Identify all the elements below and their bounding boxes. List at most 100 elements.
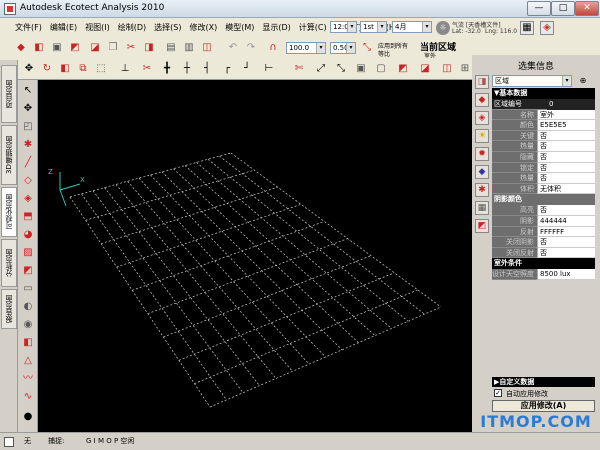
close-button[interactable]: ✕ bbox=[575, 1, 599, 16]
property-value[interactable]: 否 bbox=[537, 151, 595, 163]
extrude-icon[interactable]: ⬚ bbox=[94, 62, 108, 76]
cut-tool-icon[interactable]: ✄ bbox=[292, 62, 306, 76]
day-field[interactable]: 1st ▾ bbox=[360, 21, 387, 33]
property-value[interactable]: 8500 lux bbox=[537, 269, 595, 280]
property-value[interactable]: 否 bbox=[537, 173, 595, 184]
redo-arrow-icon[interactable]: ↷ bbox=[244, 41, 258, 55]
property-row[interactable]: 关键否 bbox=[492, 130, 595, 142]
axis-icon[interactable]: ⤡ bbox=[360, 41, 374, 55]
property-value[interactable]: 室外 bbox=[537, 109, 595, 121]
child-icon[interactable]: ◪ bbox=[418, 62, 432, 76]
curve-icon[interactable]: ∿ bbox=[21, 390, 35, 404]
property-value[interactable]: E5E5E5 bbox=[537, 120, 595, 131]
layer-icon[interactable]: ▤ bbox=[164, 41, 178, 55]
zoom-icon[interactable]: ◰ bbox=[21, 120, 35, 134]
perp-icon[interactable]: ⊢ bbox=[262, 62, 276, 76]
apply-button[interactable]: 应用修改(A) bbox=[492, 400, 595, 412]
cross-icon[interactable]: ┼ bbox=[180, 62, 194, 76]
light-icon[interactable]: ◐ bbox=[21, 300, 35, 314]
link-icon[interactable]: ◫ bbox=[200, 41, 214, 55]
rotate-icon[interactable]: ↻ bbox=[40, 62, 54, 76]
open-icon[interactable]: ◧ bbox=[32, 41, 46, 55]
grid-toggle-icon[interactable]: ⊞ bbox=[458, 62, 472, 76]
parent-icon[interactable]: ◫ bbox=[440, 62, 454, 76]
paste-icon[interactable]: ◨ bbox=[142, 41, 156, 55]
property-value[interactable]: 否 bbox=[537, 162, 595, 174]
menu-item-7[interactable]: 显示(D) bbox=[261, 22, 291, 33]
property-value[interactable]: 否 bbox=[537, 141, 595, 152]
zone-icon[interactable]: ◈ bbox=[21, 192, 35, 206]
scale-field[interactable]: 100.0 ▾ bbox=[286, 42, 326, 54]
line-icon[interactable]: ╱ bbox=[21, 156, 35, 170]
property-value[interactable]: 否 bbox=[537, 130, 595, 142]
frame-icon[interactable]: ▢ bbox=[374, 62, 388, 76]
undo-arrow-icon[interactable]: ↶ bbox=[226, 41, 240, 55]
property-row[interactable]: 颜色 E5E5E5 bbox=[492, 120, 595, 131]
menu-item-8[interactable]: 计算(C) bbox=[298, 22, 328, 33]
new-icon[interactable]: ◆ bbox=[14, 41, 28, 55]
sun-icon[interactable]: ☼ bbox=[436, 21, 450, 35]
tri-icon[interactable]: △ bbox=[21, 354, 35, 368]
zone-tab-icon[interactable]: ◨ bbox=[475, 75, 489, 89]
point-icon[interactable]: ✱ bbox=[21, 138, 35, 152]
pin-icon[interactable]: ⊕ bbox=[576, 74, 590, 88]
copy-icon[interactable]: ❐ bbox=[106, 41, 120, 55]
scale-icon[interactable]: ⧉ bbox=[76, 62, 90, 76]
property-row[interactable]: 关闭反射否 bbox=[492, 247, 595, 259]
select-icon[interactable]: ↖ bbox=[21, 84, 35, 98]
tab-report[interactable]: 报告页面 bbox=[1, 289, 17, 329]
menu-item-4[interactable]: 选择(S) bbox=[153, 22, 182, 33]
group-icon[interactable]: ▥ bbox=[182, 41, 196, 55]
sun-tab-icon[interactable]: ✹ bbox=[475, 147, 489, 161]
link-obj-icon[interactable]: ◩ bbox=[396, 62, 410, 76]
save-icon[interactable]: ▣ bbox=[50, 41, 64, 55]
edge-icon[interactable]: ┘ bbox=[240, 62, 254, 76]
property-row[interactable]: 锁定否 bbox=[492, 162, 595, 174]
shading-tab-icon[interactable]: ◈ bbox=[475, 111, 489, 125]
undo-icon[interactable]: ◪ bbox=[88, 41, 102, 55]
calc-tab-icon[interactable]: ▦ bbox=[475, 201, 489, 215]
thermal-tab-icon[interactable]: ◆ bbox=[475, 165, 489, 179]
property-row[interactable]: 名称 室外 bbox=[492, 109, 595, 121]
menu-item-6[interactable]: 模型(M) bbox=[224, 22, 255, 33]
property-row[interactable]: 热量否 bbox=[492, 173, 595, 184]
property-row[interactable]: 体积 无体积 bbox=[492, 183, 595, 195]
property-value[interactable]: 否 bbox=[537, 237, 595, 248]
property-row[interactable]: 高亮否 bbox=[492, 205, 595, 216]
cut-icon[interactable]: ✂ bbox=[124, 41, 138, 55]
3d-viewport[interactable]: Z X bbox=[38, 80, 472, 432]
sphere-icon[interactable]: ◕ bbox=[21, 228, 35, 242]
door-icon[interactable]: ▭ bbox=[21, 282, 35, 296]
speaker-icon[interactable]: ◧ bbox=[21, 336, 35, 350]
polyline-icon[interactable]: 〰 bbox=[21, 372, 35, 386]
roof-icon[interactable]: ◩ bbox=[21, 264, 35, 278]
dimension-icon[interactable]: ⤢ bbox=[314, 62, 328, 76]
split-icon[interactable]: ╋ bbox=[160, 62, 174, 76]
wall-icon[interactable]: ▨ bbox=[21, 246, 35, 260]
light-tab-icon[interactable]: ☀ bbox=[475, 129, 489, 143]
join-icon[interactable]: ┤ bbox=[200, 62, 214, 76]
weather-icon[interactable]: ◈ bbox=[540, 21, 554, 35]
section-custom[interactable]: ▶自定义数据 bbox=[492, 377, 595, 387]
corner-icon[interactable]: ┌ bbox=[220, 62, 234, 76]
menu-item-3[interactable]: 绘制(D) bbox=[117, 22, 147, 33]
property-row[interactable]: 隐藏否 bbox=[492, 151, 595, 163]
orbit-icon[interactable]: ✥ bbox=[21, 102, 35, 116]
plane-icon[interactable]: ◇ bbox=[21, 174, 35, 188]
print-icon[interactable]: ◩ bbox=[68, 41, 82, 55]
minimize-button[interactable]: — bbox=[527, 1, 551, 16]
property-row[interactable]: 阴影 444444 bbox=[492, 215, 595, 227]
menu-item-1[interactable]: 编辑(E) bbox=[49, 22, 78, 33]
tab-visualise[interactable]: 可视化页面 bbox=[1, 187, 17, 237]
property-row[interactable]: 设计天空照度 8500 lux bbox=[492, 269, 595, 280]
zone-select[interactable]: 区域 ▾ bbox=[492, 75, 572, 87]
tab-project[interactable]: 项目页面 bbox=[1, 65, 17, 123]
angle-field[interactable]: 0.50 ▾ bbox=[330, 42, 356, 54]
tag-icon[interactable]: ⤡ bbox=[334, 62, 348, 76]
material-tab-icon[interactable]: ◆ bbox=[475, 93, 489, 107]
snap-axis-icon[interactable]: ⊥ bbox=[118, 62, 132, 76]
calendar-icon[interactable]: ▦ bbox=[520, 21, 534, 35]
property-row[interactable]: 热量否 bbox=[492, 141, 595, 152]
month-field[interactable]: 4月 ▾ bbox=[392, 21, 432, 33]
magnet-icon[interactable]: ∩ bbox=[266, 41, 280, 55]
